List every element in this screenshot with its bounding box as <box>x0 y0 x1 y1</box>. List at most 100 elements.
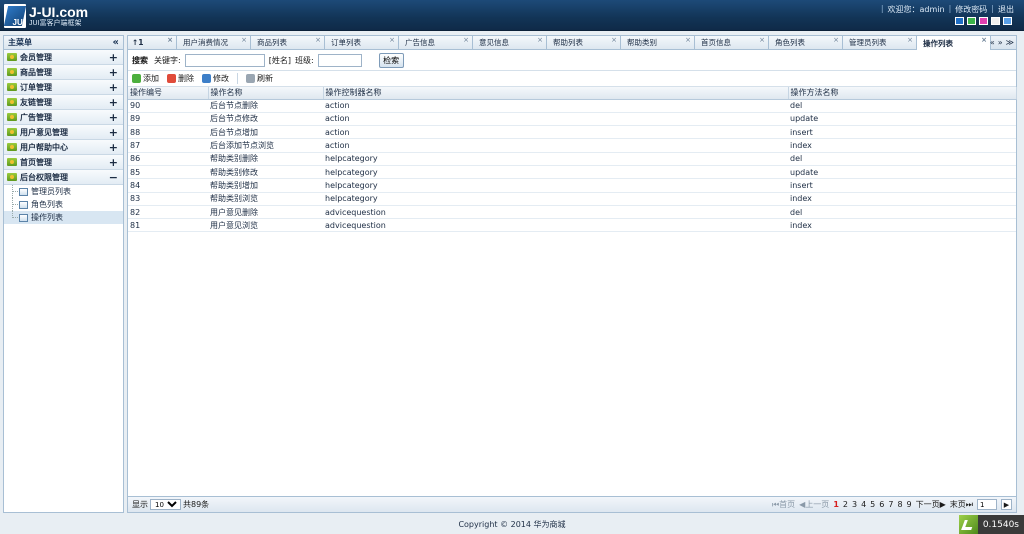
table-row[interactable]: 85 帮助类别修改 helpcategory update <box>128 165 1016 180</box>
theme-swatch-green[interactable] <box>967 17 976 25</box>
tab-list-menu-icon[interactable]: ≫ <box>1006 38 1014 47</box>
theme-swatch-blue[interactable] <box>955 17 964 25</box>
close-icon[interactable]: × <box>463 36 469 44</box>
tab-action-list[interactable]: 操作列表 × <box>917 36 991 50</box>
table-row[interactable]: 84 帮助类别增加 helpcategory insert <box>128 178 1016 193</box>
tab-help-list[interactable]: 帮助列表 × <box>547 36 621 49</box>
search-button[interactable]: 检索 <box>378 52 404 68</box>
tab-role-list[interactable]: 角色列表 × <box>769 36 843 49</box>
refresh-icon <box>246 74 255 83</box>
menu-order[interactable]: 订单管理 + <box>4 80 123 95</box>
column-header[interactable]: 操作控制器名称 <box>323 87 789 100</box>
edit-button[interactable]: 修改 <box>202 73 229 84</box>
logo-title: J-UI.com <box>29 3 89 20</box>
theme-swatch-silver[interactable] <box>991 17 1000 25</box>
menu-feedback[interactable]: 用户意见管理 + <box>4 125 123 140</box>
column-header[interactable]: 操作方法名称 <box>788 87 1017 100</box>
cell-id: 83 <box>128 192 208 206</box>
page-link[interactable]: 7 <box>888 500 893 509</box>
close-icon[interactable]: × <box>611 36 617 44</box>
page-link[interactable]: 5 <box>870 500 875 509</box>
tab-feedback-info[interactable]: 意见信息 × <box>473 36 547 49</box>
close-icon[interactable]: × <box>981 36 987 44</box>
page-link[interactable]: 8 <box>897 500 902 509</box>
tab-label: 首页信息 <box>701 38 731 47</box>
tab-scroll-left-icon[interactable]: « <box>990 38 995 47</box>
tab-order-list[interactable]: 订单列表 × <box>325 36 399 49</box>
menu-links[interactable]: 友链管理 + <box>4 95 123 110</box>
collapse-icon[interactable]: − <box>109 171 118 184</box>
goto-page-input[interactable] <box>977 499 997 510</box>
last-page-link[interactable]: 末页⏭ <box>950 499 973 510</box>
close-icon[interactable]: × <box>241 36 247 44</box>
tab-ad-info[interactable]: 广告信息 × <box>399 36 473 49</box>
sidebar-item-admin-list[interactable]: 管理员列表 <box>4 185 123 198</box>
theme-swatch-azure[interactable] <box>1003 17 1012 25</box>
menu-goods[interactable]: 商品管理 + <box>4 65 123 80</box>
table-row[interactable]: 88 后台节点增加 action insert <box>128 125 1016 140</box>
table-row[interactable]: 83 帮助类别浏览 helpcategory index <box>128 192 1016 206</box>
expand-icon[interactable]: + <box>109 111 118 124</box>
close-icon[interactable]: × <box>833 36 839 44</box>
expand-icon[interactable]: + <box>109 81 118 94</box>
menu-home[interactable]: 首页管理 + <box>4 155 123 170</box>
expand-icon[interactable]: + <box>109 141 118 154</box>
page-link[interactable]: 3 <box>852 500 857 509</box>
page-link[interactable]: 2 <box>843 500 848 509</box>
close-icon[interactable]: × <box>389 36 395 44</box>
table-row[interactable]: 86 帮助类别删除 helpcategory del <box>128 152 1016 166</box>
sidebar-collapse-button[interactable]: « <box>113 37 119 48</box>
tab-consumption[interactable]: 用户消费情况 × <box>177 36 251 49</box>
tab-home-info[interactable]: 首页信息 × <box>695 36 769 49</box>
expand-icon[interactable]: + <box>109 156 118 169</box>
menu-ads[interactable]: 广告管理 + <box>4 110 123 125</box>
sidebar-item-action-list[interactable]: 操作列表 <box>4 211 123 224</box>
keyword-input[interactable] <box>184 53 265 67</box>
delete-button[interactable]: 删除 <box>167 73 194 84</box>
logo-subtitle: JUI富客户端框架 <box>29 19 82 27</box>
expand-icon[interactable]: + <box>109 96 118 109</box>
change-password-link[interactable]: 修改密码 <box>955 4 987 15</box>
cell-method: del <box>788 152 1016 166</box>
class-input[interactable] <box>317 53 362 67</box>
refresh-button[interactable]: 刷新 <box>246 73 273 84</box>
table-row[interactable]: 82 用户意见删除 advicequestion del <box>128 205 1016 220</box>
cell-controller: advicequestion <box>323 205 788 220</box>
next-page-link[interactable]: 下一页▶ <box>916 499 946 510</box>
menu-help[interactable]: 用户帮助中心 + <box>4 140 123 155</box>
expand-icon[interactable]: + <box>109 51 118 64</box>
close-icon[interactable]: × <box>759 36 765 44</box>
close-icon[interactable]: × <box>315 36 321 44</box>
page-link[interactable]: 4 <box>861 500 866 509</box>
close-icon[interactable]: × <box>907 36 913 44</box>
close-icon[interactable]: × <box>537 36 543 44</box>
first-page-link[interactable]: ⏮首页 <box>772 499 795 510</box>
column-header[interactable]: 操作编号 <box>128 87 209 100</box>
expand-icon[interactable]: + <box>109 126 118 139</box>
tab-admin-list[interactable]: 管理员列表 × <box>843 36 917 49</box>
tab-goods-list[interactable]: 商品列表 × <box>251 36 325 49</box>
tab-help-category[interactable]: 帮助类别 × <box>621 36 695 49</box>
menu-member[interactable]: 会员管理 + <box>4 50 123 65</box>
tab-scroll-right-icon[interactable]: » <box>998 38 1003 47</box>
page-link-current[interactable]: 1 <box>833 500 839 509</box>
page-link[interactable]: 6 <box>879 500 884 509</box>
close-icon[interactable]: × <box>685 36 691 44</box>
page-link[interactable]: 9 <box>907 500 912 509</box>
menu-permissions[interactable]: 后台权限管理 − <box>4 170 123 185</box>
add-button[interactable]: 添加 <box>132 73 159 84</box>
table-row[interactable]: 90 后台节点删除 action del <box>128 99 1016 113</box>
page-size-select[interactable]: 10 <box>150 499 181 510</box>
prev-page-link[interactable]: ◀上一页 <box>799 499 829 510</box>
goto-page-button[interactable]: ▶ <box>1001 499 1012 510</box>
tab-home[interactable]: ↑ 1 × <box>128 36 177 49</box>
theme-swatch-purple[interactable] <box>979 17 988 25</box>
expand-icon[interactable]: + <box>109 66 118 79</box>
table-row[interactable]: 81 用户意见浏览 advicequestion index <box>128 218 1016 233</box>
sidebar-item-role-list[interactable]: 角色列表 <box>4 198 123 211</box>
column-header[interactable]: 操作名称 <box>208 87 324 100</box>
table-row[interactable]: 89 后台节点修改 action update <box>128 112 1016 127</box>
close-icon[interactable]: × <box>167 36 173 44</box>
logout-link[interactable]: 退出 <box>998 4 1014 15</box>
table-row[interactable]: 87 后台添加节点浏览 action index <box>128 138 1016 153</box>
